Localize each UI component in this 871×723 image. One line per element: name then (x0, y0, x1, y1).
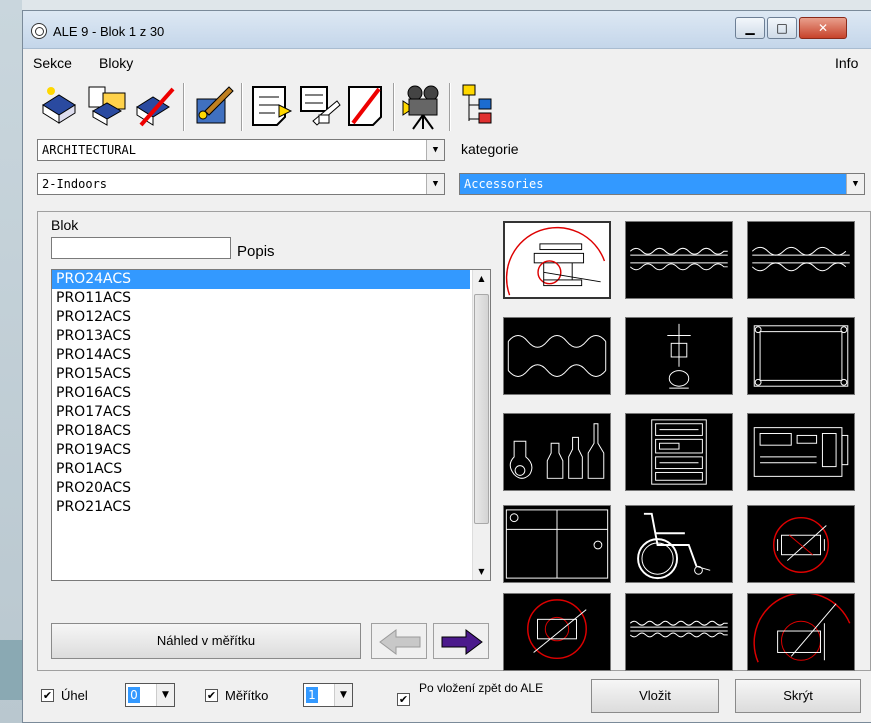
chevron-down-icon[interactable]: ▼ (846, 174, 864, 194)
kategorie-select[interactable]: Accessories ▼ (459, 173, 865, 195)
prev-button[interactable] (371, 623, 427, 659)
sheet-icon[interactable] (249, 81, 293, 131)
block-list[interactable]: PRO24ACS PRO11ACS PRO12ACS PRO13ACS PRO14ACS… (51, 269, 491, 581)
paint-icon[interactable] (191, 81, 235, 131)
next-button[interactable] (433, 623, 489, 659)
preview-thumb[interactable] (747, 317, 855, 395)
po-vlozeni-checkbox[interactable]: ✔ (397, 693, 410, 706)
app-icon (31, 23, 47, 39)
toolbar-separator (449, 83, 451, 131)
scroll-thumb[interactable] (474, 294, 489, 524)
preview-thumb[interactable] (503, 317, 611, 395)
list-item[interactable]: PRO17ACS (52, 403, 470, 422)
toolbar-separator (393, 83, 395, 131)
menu-sekce[interactable]: Sekce (33, 55, 72, 71)
list-item[interactable]: PRO14ACS (52, 346, 470, 365)
preview-thumb[interactable] (747, 505, 855, 583)
preview-thumb[interactable] (747, 593, 855, 671)
book-add-icon[interactable] (37, 81, 81, 131)
preview-thumb[interactable] (503, 413, 611, 491)
preview-thumb[interactable] (503, 221, 611, 299)
preview-thumb[interactable] (747, 413, 855, 491)
subset-value: 2-Indoors (42, 177, 108, 191)
preview-thumb[interactable] (625, 317, 733, 395)
list-item[interactable]: PRO12ACS (52, 308, 470, 327)
list-item[interactable]: PRO1ACS (52, 460, 470, 479)
camera-icon[interactable] (401, 81, 445, 131)
list-item[interactable]: PRO15ACS (52, 365, 470, 384)
sheet-delete-icon[interactable] (345, 81, 389, 131)
vlozit-button[interactable]: Vložit (591, 679, 719, 713)
window-title: ALE 9 - Blok 1 z 30 (53, 24, 165, 39)
uhel-label: Úhel (61, 688, 88, 703)
preview-thumb[interactable] (625, 413, 733, 491)
nahled-button[interactable]: Náhled v měřítku (51, 623, 361, 659)
list-item[interactable]: PRO20ACS (52, 479, 470, 498)
po-vlozeni-label: Po vložení zpět do ALE (419, 681, 544, 695)
title-bar: ALE 9 - Blok 1 z 30 ▁ □ ✕ (23, 11, 871, 49)
preview-grid (503, 221, 859, 671)
chevron-down-icon[interactable]: ▼ (426, 174, 444, 194)
meritko-value: 1 (306, 687, 318, 703)
book-delete-icon[interactable] (133, 81, 177, 131)
list-item[interactable]: PRO19ACS (52, 441, 470, 460)
toolbar-separator (241, 83, 243, 131)
chevron-down-icon[interactable]: ▼ (156, 684, 174, 706)
scroll-down-icon[interactable]: ▼ (473, 563, 490, 580)
meritko-checkbox[interactable]: ✔ (205, 689, 218, 702)
preview-thumb[interactable] (625, 221, 733, 299)
chevron-down-icon[interactable]: ▼ (426, 140, 444, 160)
uhel-value: 0 (128, 687, 140, 703)
skryt-button[interactable]: Skrýt (735, 679, 861, 713)
arrow-right-icon (441, 629, 483, 655)
list-item[interactable]: PRO21ACS (52, 498, 470, 517)
chevron-down-icon[interactable]: ▼ (334, 684, 352, 706)
library-select[interactable]: ARCHITECTURAL ▼ (37, 139, 445, 161)
book-open-icon[interactable] (85, 81, 129, 131)
blok-input[interactable] (51, 237, 231, 259)
kategorie-label: kategorie (461, 141, 519, 157)
preview-thumb[interactable] (503, 593, 611, 671)
meritko-label: Měřítko (225, 688, 269, 703)
options-bar: ✔ Úhel 0 ▼ ✔ Měřítko 1 ▼ ✔ Po vložení zp… (23, 679, 871, 723)
maximize-button[interactable]: □ (767, 17, 797, 39)
preview-thumb[interactable] (625, 593, 733, 671)
minimize-button[interactable]: ▁ (735, 17, 765, 39)
tree-icon[interactable] (457, 81, 501, 131)
toolbar (31, 77, 591, 143)
scroll-up-icon[interactable]: ▲ (473, 270, 490, 287)
list-item[interactable]: PRO24ACS (52, 270, 470, 289)
preview-thumb[interactable] (747, 221, 855, 299)
list-items: PRO24ACS PRO11ACS PRO12ACS PRO13ACS PRO14ACS… (52, 270, 490, 517)
list-scrollbar[interactable]: ▲ ▼ (472, 270, 490, 580)
desktop-background (0, 0, 22, 723)
ale-dialog: ALE 9 - Blok 1 z 30 ▁ □ ✕ Sekce Bloky In… (22, 10, 871, 723)
list-item[interactable]: PRO16ACS (52, 384, 470, 403)
uhel-select[interactable]: 0 ▼ (125, 683, 175, 707)
sheet-edit-icon[interactable] (297, 81, 341, 131)
library-value: ARCHITECTURAL (42, 143, 136, 157)
menu-bloky[interactable]: Bloky (99, 55, 133, 71)
menu-bar: Sekce Bloky Info (23, 51, 871, 73)
menu-info[interactable]: Info (835, 55, 858, 71)
list-item[interactable]: PRO18ACS (52, 422, 470, 441)
preview-thumb[interactable] (503, 505, 611, 583)
uhel-checkbox[interactable]: ✔ (41, 689, 54, 702)
kategorie-value: Accessories (464, 177, 544, 191)
arrow-left-icon (379, 629, 421, 655)
subset-select[interactable]: 2-Indoors ▼ (37, 173, 445, 195)
meritko-select[interactable]: 1 ▼ (303, 683, 353, 707)
toolbar-separator (183, 83, 185, 131)
preview-thumb[interactable] (625, 505, 733, 583)
close-button[interactable]: ✕ (799, 17, 847, 39)
list-item[interactable]: PRO11ACS (52, 289, 470, 308)
blok-label: Blok (51, 217, 79, 233)
popis-label: Popis (237, 243, 275, 260)
list-item[interactable]: PRO13ACS (52, 327, 470, 346)
